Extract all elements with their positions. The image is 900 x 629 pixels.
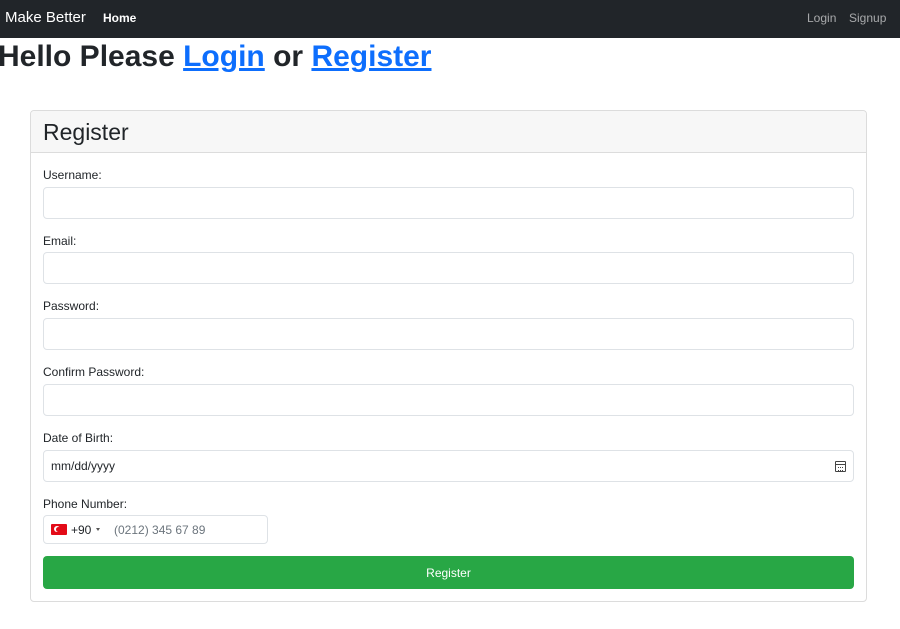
email-input[interactable] bbox=[43, 252, 854, 284]
password-label: Password: bbox=[43, 299, 100, 313]
register-card-title: Register bbox=[43, 119, 129, 145]
nav-signup-link[interactable]: Signup bbox=[849, 11, 886, 25]
phone-input[interactable] bbox=[114, 517, 264, 542]
dial-code[interactable]: +90 bbox=[71, 523, 91, 537]
greeting-register-link[interactable]: Register bbox=[311, 40, 431, 73]
password-input[interactable] bbox=[43, 318, 854, 350]
nav-login-link[interactable]: Login bbox=[807, 11, 836, 25]
greeting-middle: or bbox=[273, 40, 304, 73]
brand-link[interactable]: Make Better bbox=[5, 9, 86, 26]
email-label: Email: bbox=[43, 234, 77, 248]
phone-label: Phone Number: bbox=[43, 497, 128, 511]
dob-placeholder: mm/dd/yyyy bbox=[51, 459, 116, 473]
confirm-password-input[interactable] bbox=[43, 384, 854, 416]
greeting-login-link[interactable]: Login bbox=[183, 40, 265, 73]
username-input[interactable] bbox=[43, 187, 854, 219]
username-label: Username: bbox=[43, 168, 102, 182]
greeting-heading: Hello Please Login or Register bbox=[0, 40, 431, 74]
dob-input[interactable]: mm/dd/yyyy bbox=[43, 450, 854, 482]
dob-label: Date of Birth: bbox=[43, 431, 114, 445]
calendar-icon[interactable] bbox=[835, 461, 846, 472]
phone-field: +90 bbox=[43, 515, 268, 544]
navbar: Make Better Home Login Signup bbox=[0, 0, 900, 38]
turkey-flag-icon[interactable] bbox=[51, 524, 67, 535]
nav-home-link[interactable]: Home bbox=[103, 11, 136, 25]
greeting-prefix: Hello Please bbox=[0, 40, 175, 73]
caret-down-icon[interactable] bbox=[96, 528, 100, 531]
register-button[interactable]: Register bbox=[43, 556, 854, 589]
register-card-header: Register bbox=[31, 111, 866, 153]
confirm-password-label: Confirm Password: bbox=[43, 365, 145, 379]
